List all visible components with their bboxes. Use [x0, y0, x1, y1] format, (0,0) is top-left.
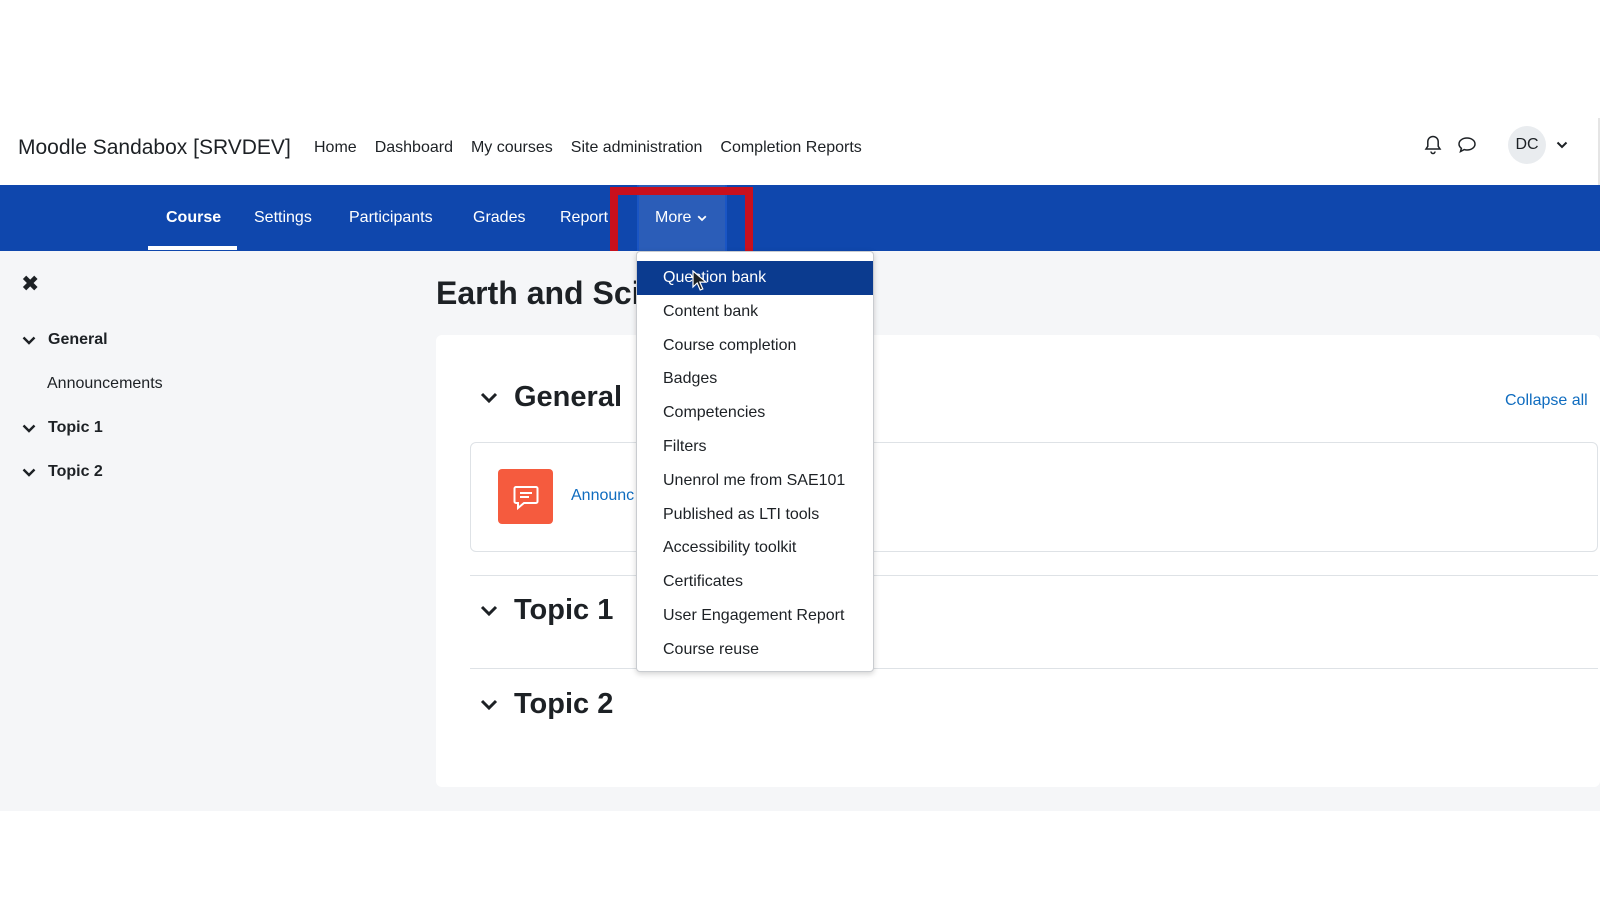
drawer-item-announcements[interactable]: Announcements — [47, 375, 163, 393]
menu-item-competencies[interactable]: Competencies — [637, 396, 873, 430]
drawer-section-topic-2[interactable]: Topic 2 — [22, 463, 103, 481]
forum-icon — [498, 469, 553, 524]
section-chevron-down-icon[interactable] — [480, 605, 498, 617]
nav-completion-reports-link[interactable]: Completion Reports — [720, 139, 861, 157]
site-brand[interactable]: Moodle Sandabox [SRVDEV] — [18, 136, 291, 160]
tab-settings[interactable]: Settings — [254, 185, 312, 251]
user-controls: DC — [1416, 126, 1568, 164]
nav-my-courses-link[interactable]: My courses — [471, 139, 553, 157]
drawer-section-topic-1[interactable]: Topic 1 — [22, 419, 103, 437]
close-drawer-icon[interactable]: ✖ — [21, 271, 39, 297]
section-topic-2-header[interactable]: Topic 2 — [480, 688, 613, 721]
chevron-down-icon[interactable] — [22, 468, 36, 477]
user-menu-chevron-down-icon[interactable] — [1556, 136, 1568, 154]
menu-item-content-bank[interactable]: Content bank — [637, 295, 873, 329]
tab-participants[interactable]: Participants — [349, 185, 433, 251]
mouse-cursor-icon — [692, 270, 708, 291]
menu-item-certificates[interactable]: Certificates — [637, 565, 873, 599]
section-title: Topic 2 — [514, 688, 614, 720]
nav-dashboard-link[interactable]: Dashboard — [375, 139, 453, 157]
section-title: General — [514, 381, 622, 413]
course-index-drawer: ✖ General Announcements Topic 1 Topic 2 — [0, 251, 313, 811]
messages-chat-icon[interactable] — [1450, 128, 1484, 162]
chevron-down-icon[interactable] — [22, 336, 36, 345]
drawer-section-general[interactable]: General — [22, 331, 108, 349]
menu-item-accessibility-toolkit[interactable]: Accessibility toolkit — [637, 531, 873, 565]
drawer-section-label: General — [48, 331, 108, 348]
course-secondary-nav: Course Settings Participants Grades Repo… — [0, 185, 1600, 251]
primary-nav: Home Dashboard My courses Site administr… — [314, 139, 880, 157]
page-title: Earth and Sci — [436, 275, 641, 311]
top-navbar: Moodle Sandabox [SRVDEV] Home Dashboard … — [0, 118, 1600, 186]
user-avatar[interactable]: DC — [1508, 126, 1546, 164]
tab-report[interactable]: Report — [560, 185, 608, 251]
section-topic-1-header[interactable]: Topic 1 — [480, 594, 613, 627]
menu-item-user-engagement-report[interactable]: User Engagement Report — [637, 599, 873, 633]
menu-item-course-reuse[interactable]: Course reuse — [637, 633, 873, 667]
active-tab-indicator — [148, 246, 237, 250]
chevron-down-icon[interactable] — [22, 424, 36, 433]
menu-item-unenrol[interactable]: Unenrol me from SAE101 — [637, 464, 873, 498]
section-title: Topic 1 — [514, 594, 614, 626]
section-general-header[interactable]: General — [480, 381, 622, 414]
drawer-section-label: Topic 2 — [48, 463, 103, 480]
notifications-bell-icon[interactable] — [1416, 128, 1450, 162]
nav-site-administration-link[interactable]: Site administration — [571, 139, 703, 157]
nav-home-link[interactable]: Home — [314, 139, 357, 157]
menu-item-question-bank[interactable]: Question bank — [637, 261, 873, 295]
section-chevron-down-icon[interactable] — [480, 392, 498, 404]
tab-grades[interactable]: Grades — [473, 185, 525, 251]
section-chevron-down-icon[interactable] — [480, 699, 498, 711]
tutorial-highlight-box — [610, 187, 753, 259]
menu-item-filters[interactable]: Filters — [637, 430, 873, 464]
collapse-all-link[interactable]: Collapse all — [1505, 392, 1588, 410]
menu-item-badges[interactable]: Badges — [637, 362, 873, 396]
menu-item-course-completion[interactable]: Course completion — [637, 329, 873, 363]
activity-link[interactable]: Announc — [571, 487, 634, 505]
tab-course[interactable]: Course — [166, 185, 221, 251]
drawer-section-label: Topic 1 — [48, 419, 103, 436]
more-dropdown-menu: Question bank Content bank Course comple… — [636, 251, 874, 672]
menu-item-published-lti-tools[interactable]: Published as LTI tools — [637, 498, 873, 532]
